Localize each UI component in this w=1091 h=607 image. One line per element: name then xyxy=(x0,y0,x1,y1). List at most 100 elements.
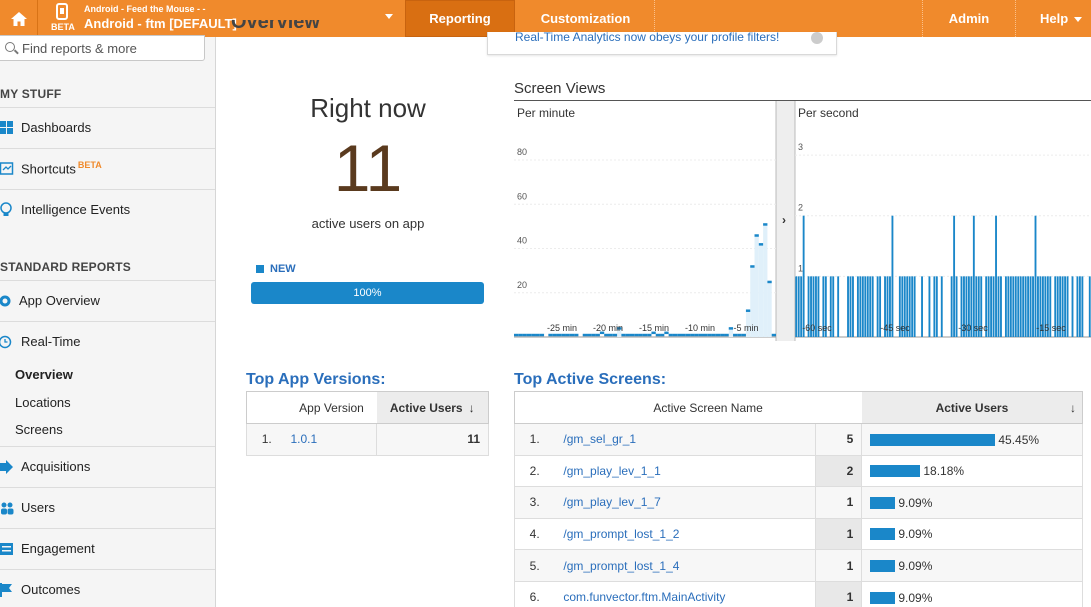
row-name-link[interactable]: /gm_prompt_lost_1_4 xyxy=(554,549,816,582)
active-screens-table: Active Screen Name Active Users ↓ 1./gm_s… xyxy=(514,391,1083,607)
sidebar-item-intelligence-events[interactable]: Intelligence Events xyxy=(0,189,215,229)
sidebar-item-app-overview[interactable]: App Overview xyxy=(0,280,215,320)
sidebar-item-shortcuts[interactable]: Shortcuts BETA xyxy=(0,148,215,188)
row-percent: 9.09% xyxy=(861,486,1083,519)
y-tick-label: 80 xyxy=(517,147,527,157)
home-button[interactable] xyxy=(0,0,38,37)
sidebar-item-dashboards[interactable]: Dashboards xyxy=(0,107,215,147)
percent-text: 18.18% xyxy=(923,464,965,479)
bar-mark xyxy=(591,333,596,337)
row-rank: 4. xyxy=(514,518,555,551)
property-account-name: Android - Feed the Mouse - - xyxy=(84,4,206,14)
bar-mark xyxy=(698,333,703,337)
area-fill xyxy=(758,244,764,337)
row-name-link[interactable]: com.funvector.ftm.MainActivity xyxy=(554,581,816,607)
sidebar: MY STUFF Dashboards ShortcutsBETA Intell… xyxy=(0,35,216,607)
bar xyxy=(950,276,953,337)
bar-mark xyxy=(707,333,712,337)
sidebar-item-label: Intelligence Events xyxy=(21,202,131,217)
x-tick-label: -45 sec xyxy=(880,323,910,333)
bar xyxy=(1081,276,1084,337)
sidebar-item-engagement[interactable]: Engagement xyxy=(0,528,215,568)
screen-views-title: Screen Views xyxy=(514,80,606,97)
row-rank: 5. xyxy=(514,549,555,582)
sidebar-sub-locations[interactable]: Locations xyxy=(15,395,71,410)
sidebar-item-real-time[interactable]: Real-Time xyxy=(0,321,215,361)
bar-mark xyxy=(526,333,532,337)
bar-mark xyxy=(763,223,768,226)
row-value: 2 xyxy=(815,455,862,488)
active-users-label: active users on app xyxy=(311,216,425,231)
sort-down-icon: ↓ xyxy=(468,400,475,415)
bar xyxy=(1007,276,1010,337)
column-header-active-users[interactable]: Active Users ↓ xyxy=(376,391,489,424)
new-users-bar: 100% xyxy=(251,282,484,304)
bar-mark xyxy=(733,333,738,337)
bar xyxy=(1066,276,1069,337)
bar xyxy=(869,276,872,337)
sidebar-item-users[interactable]: Users xyxy=(0,487,215,527)
bar-mark xyxy=(720,333,725,337)
bar xyxy=(876,276,879,337)
sidebar-item-outcomes[interactable]: Outcomes xyxy=(0,569,215,607)
bar-mark xyxy=(625,333,630,337)
bar-mark xyxy=(604,333,609,337)
column-header-active-users[interactable]: Active Users ↓ xyxy=(861,391,1083,424)
bar-mark xyxy=(771,333,776,337)
tab-help[interactable]: Help xyxy=(1016,0,1091,37)
bar-mark xyxy=(518,333,523,337)
bar-mark xyxy=(514,333,519,337)
column-header-active-screen-name[interactable]: Active Screen Name xyxy=(554,391,862,424)
property-selector[interactable]: BETA Android - Feed the Mouse - - Androi… xyxy=(40,0,405,37)
bar-mark xyxy=(582,333,588,337)
bar-mark xyxy=(767,280,772,284)
dashboard-grid-icon xyxy=(0,121,13,134)
row-value: 1 xyxy=(815,549,862,582)
bar xyxy=(953,215,956,337)
search-box xyxy=(0,35,205,61)
bar xyxy=(832,276,835,337)
bar-mark xyxy=(647,333,652,337)
top-active-screens-title: Top Active Screens: xyxy=(514,371,667,388)
bar xyxy=(1076,276,1079,337)
sidebar-sub-overview[interactable]: Overview xyxy=(15,367,73,382)
bar xyxy=(928,276,931,337)
bar-mark xyxy=(677,333,682,337)
bar xyxy=(1017,276,1020,337)
row-name-link[interactable]: /gm_play_lev_1_7 xyxy=(554,486,816,519)
sidebar-item-acquisitions[interactable]: Acquisitions xyxy=(0,446,215,486)
bar xyxy=(1019,276,1022,337)
area-fill xyxy=(763,224,768,337)
row-percent: 9.09% xyxy=(861,549,1083,582)
bar xyxy=(987,276,990,337)
search-input[interactable] xyxy=(22,39,200,57)
notice-text[interactable]: Real-Time Analytics now obeys your profi… xyxy=(515,32,779,44)
bar-mark xyxy=(694,333,699,337)
lightbulb-icon xyxy=(0,202,12,216)
top-app-versions-title: Top App Versions: xyxy=(246,371,386,388)
close-icon[interactable] xyxy=(811,32,823,44)
chevron-down-icon xyxy=(385,14,393,19)
row-percent: 9.09% xyxy=(861,518,1083,551)
row-name-link[interactable]: 1.0.1 xyxy=(286,423,377,456)
row-percent: 18.18% xyxy=(861,455,1083,488)
y-tick-label: 60 xyxy=(517,191,527,201)
row-name-link[interactable]: /gm_prompt_lost_1_2 xyxy=(554,518,816,551)
search-icon xyxy=(5,42,15,52)
row-name-link[interactable]: /gm_sel_gr_1 xyxy=(554,423,816,456)
bar xyxy=(997,276,1000,337)
row-rank: 1. xyxy=(246,423,287,456)
percent-bar xyxy=(870,560,896,573)
sidebar-item-label: Engagement xyxy=(21,541,95,556)
bar-mark xyxy=(758,243,764,246)
bar-mark xyxy=(715,333,721,337)
tab-admin[interactable]: Admin xyxy=(922,0,1016,37)
table-row: 6. com.funvector.ftm.MainActivity 1 9.09% xyxy=(514,581,1083,607)
percent-bar xyxy=(870,496,896,509)
sidebar-sub-screens[interactable]: Screens xyxy=(15,422,63,437)
new-users-legend: NEW xyxy=(256,263,296,275)
x-tick-label: -30 sec xyxy=(958,323,988,333)
bar xyxy=(995,215,997,337)
column-header-app-version[interactable]: App Version xyxy=(286,391,377,424)
row-name-link[interactable]: /gm_play_lev_1_1 xyxy=(554,455,816,488)
